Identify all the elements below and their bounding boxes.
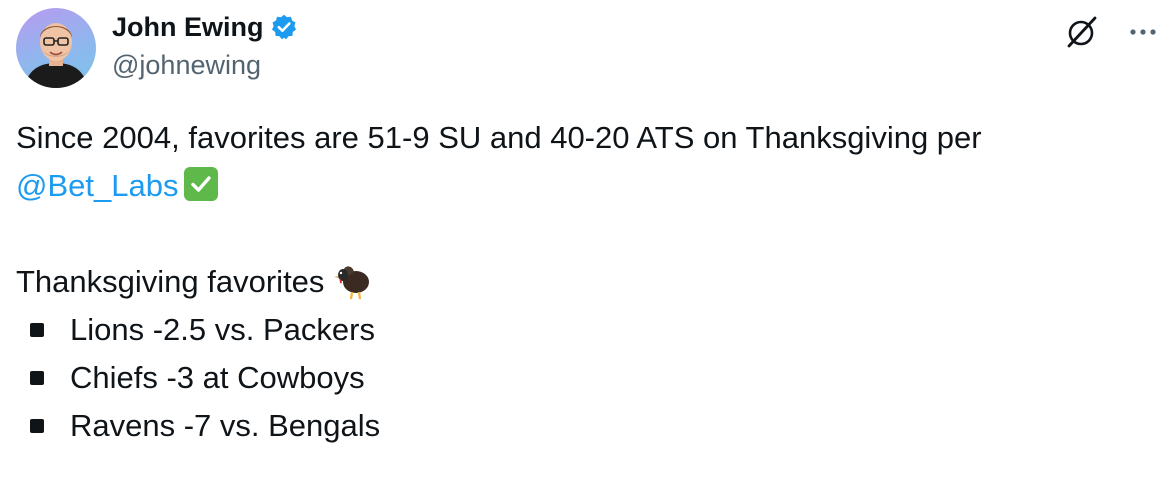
tweet-line-1: Since 2004, favorites are 51-9 SU and 40… <box>16 120 982 155</box>
list-item-text: Chiefs -3 at Cowboys <box>70 360 365 395</box>
check-mark-emoji-icon <box>184 167 219 201</box>
tweet-body: Since 2004, favorites are 51-9 SU and 40… <box>16 114 1156 450</box>
verified-badge-icon[interactable] <box>270 12 300 42</box>
bullet-icon <box>30 323 44 337</box>
author-name-row: John Ewing <box>112 8 300 46</box>
grok-icon[interactable] <box>1062 12 1102 52</box>
avatar[interactable] <box>16 8 96 88</box>
list-item: Ravens -7 vs. Bengals <box>16 402 1156 450</box>
author-display-name[interactable]: John Ewing <box>112 12 264 43</box>
list-item: Chiefs -3 at Cowboys <box>16 354 1156 402</box>
bullet-icon <box>30 419 44 433</box>
tweet-line-2: @Bet_Labs <box>16 162 1156 210</box>
tweet-heading-line: Thanksgiving favorites <box>16 258 1156 306</box>
turkey-emoji-icon <box>330 258 374 302</box>
tweet-card: John Ewing @johnewing Since 2004, favori… <box>0 0 1176 484</box>
tweet-top-actions <box>1062 12 1158 52</box>
list-item-text: Lions -2.5 vs. Packers <box>70 312 375 347</box>
bullet-icon <box>30 371 44 385</box>
mention-link[interactable]: @Bet_Labs <box>16 168 178 203</box>
list-item: Lions -2.5 vs. Packers <box>16 306 1156 354</box>
tweet-heading: Thanksgiving favorites <box>16 264 325 299</box>
list-item-text: Ravens -7 vs. Bengals <box>70 408 381 443</box>
author-handle[interactable]: @johnewing <box>112 50 261 81</box>
more-options-icon[interactable] <box>1128 12 1158 52</box>
avatar-photo <box>24 23 88 88</box>
